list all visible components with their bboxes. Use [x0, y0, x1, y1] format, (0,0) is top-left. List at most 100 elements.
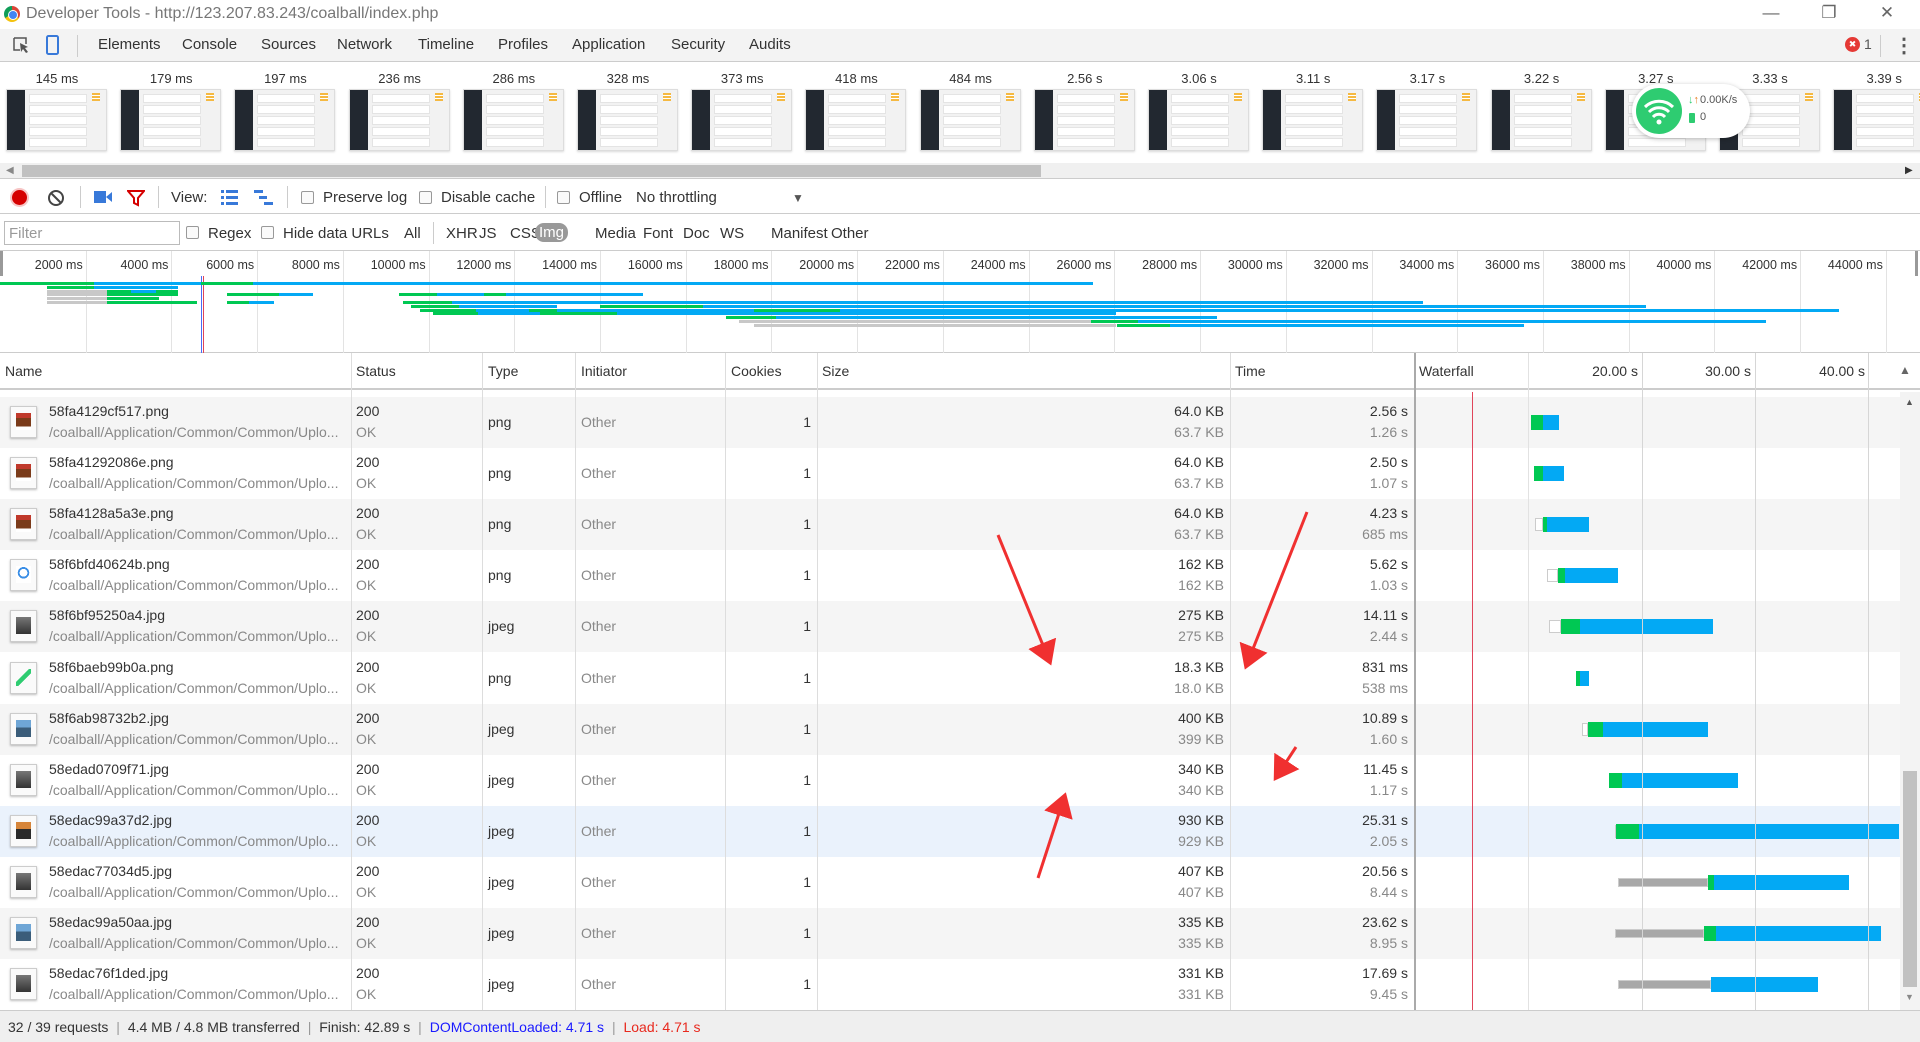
column-header-waterfall[interactable]: Waterfall — [1419, 363, 1474, 379]
tab-network[interactable]: Network — [337, 36, 392, 53]
tab-profiles[interactable]: Profiles — [498, 36, 548, 53]
filter-type-all[interactable]: All — [404, 225, 421, 242]
regex-label[interactable]: Regex — [208, 225, 251, 242]
filter-type-manifest[interactable]: Manifest — [771, 225, 828, 242]
filmstrip-frame[interactable] — [691, 89, 793, 151]
filmstrip-frame[interactable] — [1490, 89, 1592, 151]
large-rows-icon[interactable] — [221, 190, 238, 205]
column-header-cookies[interactable]: Cookies — [731, 363, 782, 379]
filter-type-media[interactable]: Media — [595, 225, 636, 242]
filmstrip-frame[interactable] — [120, 89, 222, 151]
hide-data-urls-label[interactable]: Hide data URLs — [283, 225, 389, 242]
filmstrip-frame[interactable] — [234, 89, 336, 151]
column-header-name[interactable]: Name — [5, 363, 42, 379]
filmstrip-frame[interactable] — [1033, 89, 1135, 151]
error-icon[interactable]: ✖ — [1845, 37, 1860, 52]
column-header-status[interactable]: Status — [356, 363, 396, 379]
filmstrip-frame[interactable] — [1376, 89, 1478, 151]
device-toolbar-icon[interactable] — [45, 34, 61, 56]
tab-security[interactable]: Security — [671, 36, 725, 53]
table-scroll-thumb[interactable] — [1903, 771, 1917, 987]
scroll-right-icon[interactable]: ▶ — [1905, 165, 1913, 176]
column-divider[interactable] — [575, 353, 576, 1010]
more-options-icon[interactable]: ⋮ — [1894, 33, 1914, 58]
filter-type-doc[interactable]: Doc — [683, 225, 710, 242]
table-row[interactable]: 58fa4128a5a3e.png/coalball/Application/C… — [0, 499, 1900, 551]
filmstrip-frame[interactable] — [462, 89, 564, 151]
filmstrip-frame[interactable] — [6, 89, 107, 151]
disable-cache-checkbox[interactable] — [419, 191, 432, 204]
scroll-left-icon[interactable]: ◀ — [6, 165, 14, 176]
minimize-button[interactable]: — — [1759, 3, 1783, 23]
tab-audits[interactable]: Audits — [749, 36, 791, 53]
offline-checkbox[interactable] — [557, 191, 570, 204]
sort-ascending-icon[interactable]: ▲ — [1899, 363, 1911, 377]
table-row[interactable]: 58edac99a50aa.jpg/coalball/Application/C… — [0, 908, 1900, 959]
table-row[interactable]: 58f6ab98732b2.jpg/coalball/Application/C… — [0, 703, 1900, 755]
filmstrip-frame[interactable] — [577, 89, 678, 151]
column-divider[interactable] — [817, 353, 818, 1010]
overview-handle-left[interactable] — [0, 251, 3, 276]
close-button[interactable]: ✕ — [1875, 3, 1899, 23]
disable-cache-label[interactable]: Disable cache — [441, 189, 535, 206]
filmstrip-frame[interactable] — [1262, 89, 1364, 151]
column-divider[interactable] — [351, 353, 352, 1010]
filmstrip-frame[interactable] — [1148, 89, 1249, 151]
hide-data-urls-checkbox[interactable] — [261, 226, 274, 239]
wifi-widget[interactable]: ↓↑ 0.00K/s 0 — [1632, 84, 1750, 138]
throttling-select[interactable]: No throttling — [636, 189, 717, 206]
filter-input[interactable] — [4, 221, 180, 245]
filter-type-ws[interactable]: WS — [720, 225, 744, 242]
table-row[interactable]: 58edac77034d5.jpg/coalball/Application/C… — [0, 857, 1900, 908]
preserve-log-label[interactable]: Preserve log — [323, 189, 407, 206]
column-divider[interactable] — [1230, 353, 1231, 1010]
column-header-initiator[interactable]: Initiator — [581, 363, 627, 379]
table-row[interactable]: 58f6bf95250a4.jpg/coalball/Application/C… — [0, 601, 1900, 653]
filter-type-img[interactable]: Img — [535, 223, 569, 242]
clear-icon[interactable] — [47, 189, 65, 207]
offline-label[interactable]: Offline — [579, 189, 622, 206]
timeline-overview[interactable]: 2000 ms 4000 ms 6000 ms 8000 ms 10000 ms 1200… — [0, 251, 1920, 353]
preserve-log-checkbox[interactable] — [301, 191, 314, 204]
column-header-time[interactable]: Time — [1235, 363, 1266, 379]
error-count[interactable]: 1 — [1864, 36, 1872, 52]
table-row[interactable]: 58edac99a37d2.jpg/coalball/Application/C… — [0, 805, 1900, 857]
filter-type-xhr[interactable]: XHR — [446, 225, 478, 242]
filter-type-font[interactable]: Font — [643, 225, 673, 242]
column-divider[interactable] — [482, 353, 483, 1010]
scroll-down-icon[interactable]: ▼ — [1905, 992, 1914, 1002]
regex-checkbox[interactable] — [186, 226, 199, 239]
table-row[interactable]: 58f6bfd40624b.png/coalball/Application/C… — [0, 550, 1900, 601]
table-row[interactable]: 58fa4129cf517.png/coalball/Application/C… — [0, 397, 1900, 448]
filmstrip-frame[interactable] — [348, 89, 450, 151]
filmstrip-frame[interactable] — [1833, 89, 1920, 151]
overview-handle-right[interactable] — [1915, 251, 1918, 276]
capture-screenshots-icon[interactable] — [94, 190, 112, 204]
column-divider[interactable] — [725, 353, 726, 1010]
restore-button[interactable]: ❐ — [1817, 3, 1841, 23]
filter-type-js[interactable]: JS — [479, 225, 497, 242]
tab-timeline[interactable]: Timeline — [418, 36, 474, 53]
column-header-size[interactable]: Size — [822, 363, 849, 379]
table-row[interactable]: 58edad0709f71.jpg/coalball/Application/C… — [0, 755, 1900, 806]
scroll-up-icon[interactable]: ▲ — [1905, 397, 1914, 407]
tab-elements[interactable]: Elements — [98, 36, 161, 53]
tab-console[interactable]: Console — [182, 36, 237, 53]
table-row[interactable]: 58fa41292086e.png/coalball/Application/C… — [0, 448, 1900, 499]
throttling-dropdown-arrow-icon[interactable]: ▼ — [792, 191, 804, 205]
column-divider[interactable] — [1414, 353, 1416, 1010]
filmstrip-frame[interactable] — [919, 89, 1021, 151]
tab-application[interactable]: Application — [572, 36, 645, 53]
inspect-element-icon[interactable] — [12, 36, 30, 56]
column-header-type[interactable]: Type — [488, 363, 518, 379]
filmstrip-scroll-thumb[interactable] — [22, 165, 1041, 177]
filter-icon[interactable] — [127, 189, 145, 207]
table-row[interactable]: 58edac76f1ded.jpg/coalball/Application/C… — [0, 959, 1900, 1010]
filmstrip-frame[interactable] — [805, 89, 907, 151]
cookie-count: 1 — [803, 720, 811, 737]
tab-sources[interactable]: Sources — [261, 36, 316, 53]
filter-type-other[interactable]: Other — [831, 225, 869, 242]
table-row[interactable]: 58f6baeb99b0a.png/coalball/Application/C… — [0, 653, 1900, 704]
record-button[interactable] — [12, 190, 27, 205]
overview-icon[interactable] — [254, 190, 273, 205]
